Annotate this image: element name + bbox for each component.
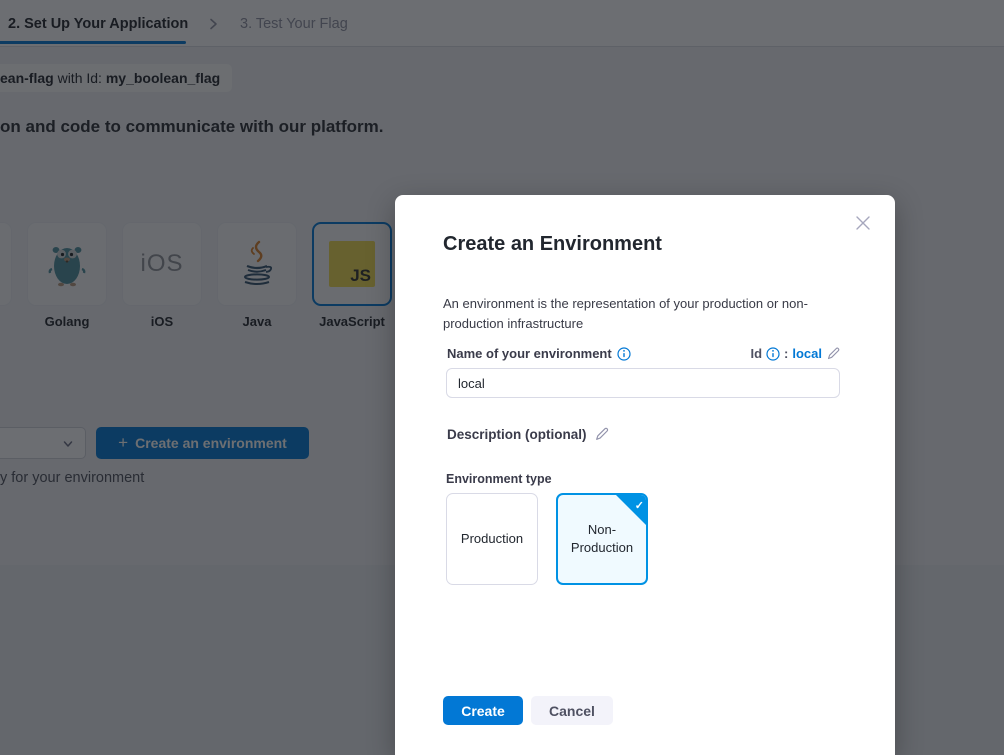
selected-corner-badge: ✓ — [616, 495, 646, 525]
create-button[interactable]: Create — [443, 696, 523, 725]
description-label-row: Description (optional) — [447, 426, 610, 442]
cancel-button[interactable]: Cancel — [531, 696, 613, 725]
env-type-card-non-production[interactable]: Non-Production ✓ — [556, 493, 648, 585]
edit-pencil-icon[interactable] — [826, 346, 841, 361]
edit-pencil-icon[interactable] — [594, 426, 610, 442]
environment-id-row: Id : local — [750, 346, 841, 361]
id-label: Id — [750, 346, 762, 361]
close-icon[interactable] — [853, 212, 875, 234]
info-icon[interactable] — [766, 347, 780, 361]
create-environment-modal: Create an Environment An environment is … — [395, 195, 895, 755]
environment-name-label-row: Name of your environment — [447, 346, 631, 361]
id-separator: : — [784, 346, 788, 361]
modal-title: Create an Environment — [443, 233, 662, 256]
check-icon: ✓ — [635, 497, 644, 515]
environment-id-value: local — [792, 346, 822, 361]
environment-type-label: Environment type — [446, 472, 552, 486]
non-production-card-label: Non-Production — [567, 521, 637, 557]
env-type-card-production[interactable]: Production — [446, 493, 538, 585]
info-icon[interactable] — [617, 347, 631, 361]
environment-name-label: Name of your environment — [447, 346, 612, 361]
modal-description: An environment is the representation of … — [443, 294, 835, 334]
description-label: Description (optional) — [447, 427, 587, 442]
environment-name-input[interactable] — [446, 368, 840, 398]
app-root: 2. Set Up Your Application 3. Test Your … — [0, 0, 1004, 755]
production-card-label: Production — [461, 530, 523, 548]
